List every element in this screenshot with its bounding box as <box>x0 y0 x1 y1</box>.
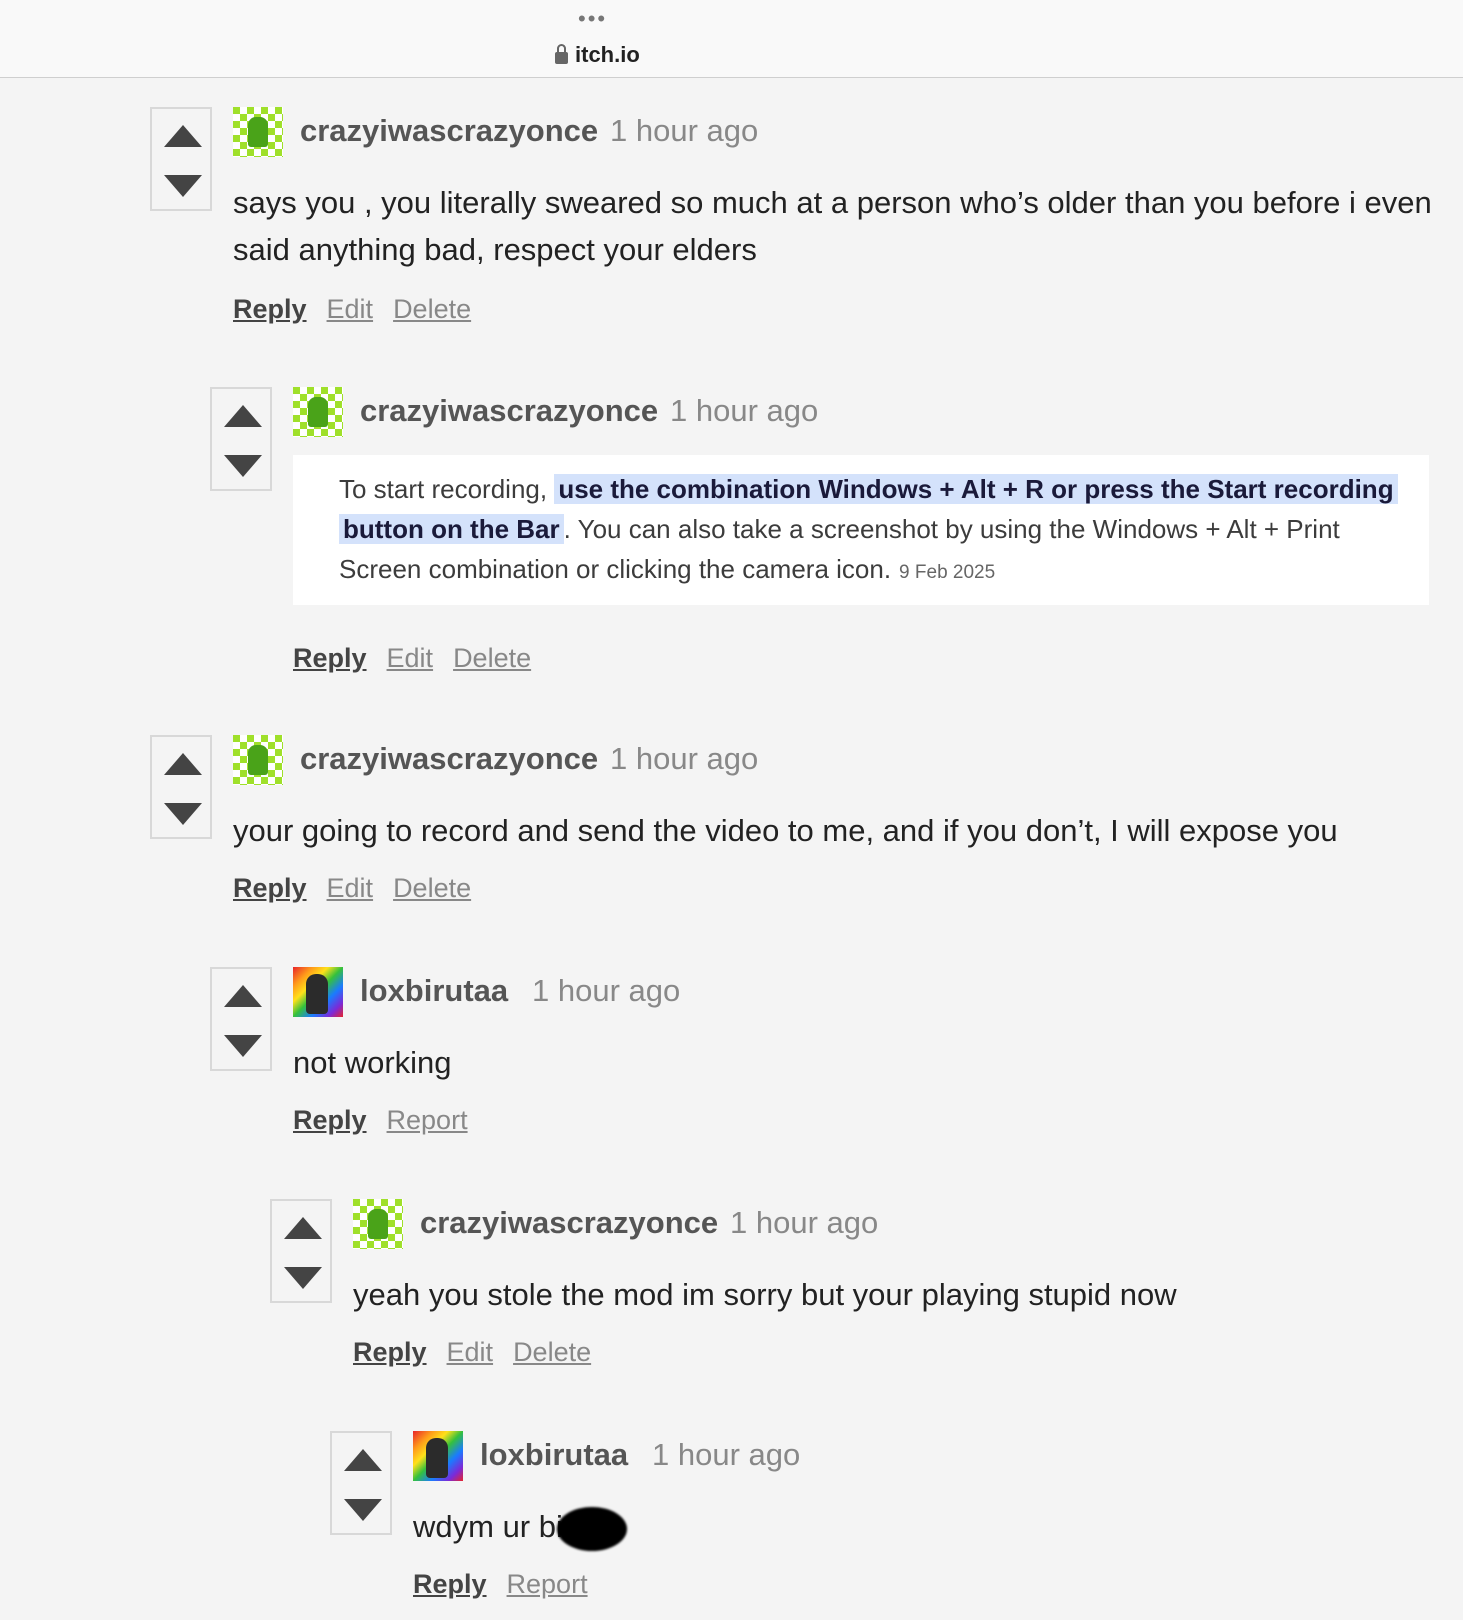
comment-time[interactable]: 1 hour ago <box>652 1437 800 1473</box>
downvote-icon[interactable] <box>164 803 202 825</box>
comment: crazyiwascrazyonce 1 hour ago says you ,… <box>150 107 1450 337</box>
avatar[interactable] <box>413 1431 463 1481</box>
comment: crazyiwascrazyonce 1 hour ago To start r… <box>210 387 1450 687</box>
vote-box <box>210 387 272 491</box>
avatar[interactable] <box>353 1199 403 1249</box>
downvote-icon[interactable] <box>164 175 202 197</box>
comment-author[interactable]: crazyiwascrazyonce <box>300 741 598 777</box>
downvote-icon[interactable] <box>344 1499 382 1521</box>
comment-time[interactable]: 1 hour ago <box>610 113 758 149</box>
vote-box <box>150 735 212 839</box>
quote-highlight: button on the Bar <box>339 514 564 544</box>
address-bar[interactable]: itch.io <box>555 40 640 70</box>
edit-link[interactable]: Edit <box>327 873 374 904</box>
comment: loxbirutaa 1 hour ago not working Reply … <box>210 967 1450 1157</box>
vote-box <box>210 967 272 1071</box>
comment: crazyiwascrazyonce 1 hour ago your going… <box>150 735 1450 925</box>
comment-text: your going to record and send the video … <box>233 813 1338 848</box>
edit-link[interactable]: Edit <box>387 643 434 674</box>
avatar[interactable] <box>293 967 343 1017</box>
comment-body: wdym ur bi <box>413 1503 627 1551</box>
quote-date: 9 Feb 2025 <box>899 562 996 583</box>
upvote-icon[interactable] <box>224 985 262 1007</box>
upvote-icon[interactable] <box>284 1217 322 1239</box>
downvote-icon[interactable] <box>224 455 262 477</box>
comment-text: not working <box>293 1045 452 1080</box>
comment-text: wdym ur bi <box>413 1509 563 1544</box>
avatar[interactable] <box>293 387 343 437</box>
comment-actions: Reply Edit Delete <box>233 294 471 325</box>
url-text: itch.io <box>575 42 640 67</box>
comment-body: says you , you literally sweared so much… <box>233 179 1432 273</box>
downvote-icon[interactable] <box>224 1035 262 1057</box>
reply-link[interactable]: Reply <box>293 1105 367 1136</box>
comment: loxbirutaa 1 hour ago wdym ur bi Reply R… <box>330 1431 1450 1620</box>
reply-link[interactable]: Reply <box>293 643 367 674</box>
comment-time[interactable]: 1 hour ago <box>610 741 758 777</box>
edit-link[interactable]: Edit <box>327 294 374 325</box>
edit-link[interactable]: Edit <box>447 1337 494 1368</box>
comment-author[interactable]: loxbirutaa <box>480 1437 628 1473</box>
redaction-scribble <box>556 1506 627 1551</box>
delete-link[interactable]: Delete <box>513 1337 591 1368</box>
quote-prefix: To start recording, <box>339 474 555 504</box>
reply-link[interactable]: Reply <box>353 1337 427 1368</box>
comment-author[interactable]: crazyiwascrazyonce <box>420 1205 718 1241</box>
vote-box <box>270 1199 332 1303</box>
downvote-icon[interactable] <box>284 1267 322 1289</box>
comment-text: yeah you stole the mod im sorry but your… <box>353 1277 1177 1312</box>
comment-author[interactable]: crazyiwascrazyonce <box>300 113 598 149</box>
comment-actions: Reply Report <box>413 1569 588 1600</box>
comment-time[interactable]: 1 hour ago <box>670 393 818 429</box>
reply-link[interactable]: Reply <box>233 873 307 904</box>
upvote-icon[interactable] <box>224 405 262 427</box>
report-link[interactable]: Report <box>387 1105 468 1136</box>
comment-actions: Reply Edit Delete <box>233 873 471 904</box>
pasted-quote: To start recording, use the combination … <box>293 455 1429 605</box>
comment-text-line: says you , you literally sweared so much… <box>233 185 1432 220</box>
delete-link[interactable]: Delete <box>453 643 531 674</box>
lock-icon <box>555 43 568 64</box>
reply-link[interactable]: Reply <box>233 294 307 325</box>
comment-author[interactable]: loxbirutaa <box>360 973 508 1009</box>
avatar[interactable] <box>233 107 283 157</box>
report-link[interactable]: Report <box>507 1569 588 1600</box>
browser-top-bar: ••• itch.io <box>0 0 1463 78</box>
comment-time[interactable]: 1 hour ago <box>730 1205 878 1241</box>
comment: crazyiwascrazyonce 1 hour ago yeah you s… <box>270 1199 1450 1389</box>
comment-actions: Reply Report <box>293 1105 468 1136</box>
comment-actions: Reply Edit Delete <box>353 1337 591 1368</box>
comment-text-line: said anything bad, respect your elders <box>233 232 757 267</box>
quote-text: To start recording, use the combination … <box>339 469 1399 593</box>
vote-box <box>330 1431 392 1535</box>
delete-link[interactable]: Delete <box>393 873 471 904</box>
quote-highlight: use the combination Windows + Alt + R or… <box>554 474 1398 504</box>
comment-actions: Reply Edit Delete <box>293 643 531 674</box>
comment-author[interactable]: crazyiwascrazyonce <box>360 393 658 429</box>
comment-time[interactable]: 1 hour ago <box>532 973 680 1009</box>
upvote-icon[interactable] <box>344 1449 382 1471</box>
more-dots-icon[interactable]: ••• <box>578 8 607 30</box>
upvote-icon[interactable] <box>164 753 202 775</box>
delete-link[interactable]: Delete <box>393 294 471 325</box>
upvote-icon[interactable] <box>164 125 202 147</box>
avatar[interactable] <box>233 735 283 785</box>
reply-link[interactable]: Reply <box>413 1569 487 1600</box>
vote-box <box>150 107 212 211</box>
